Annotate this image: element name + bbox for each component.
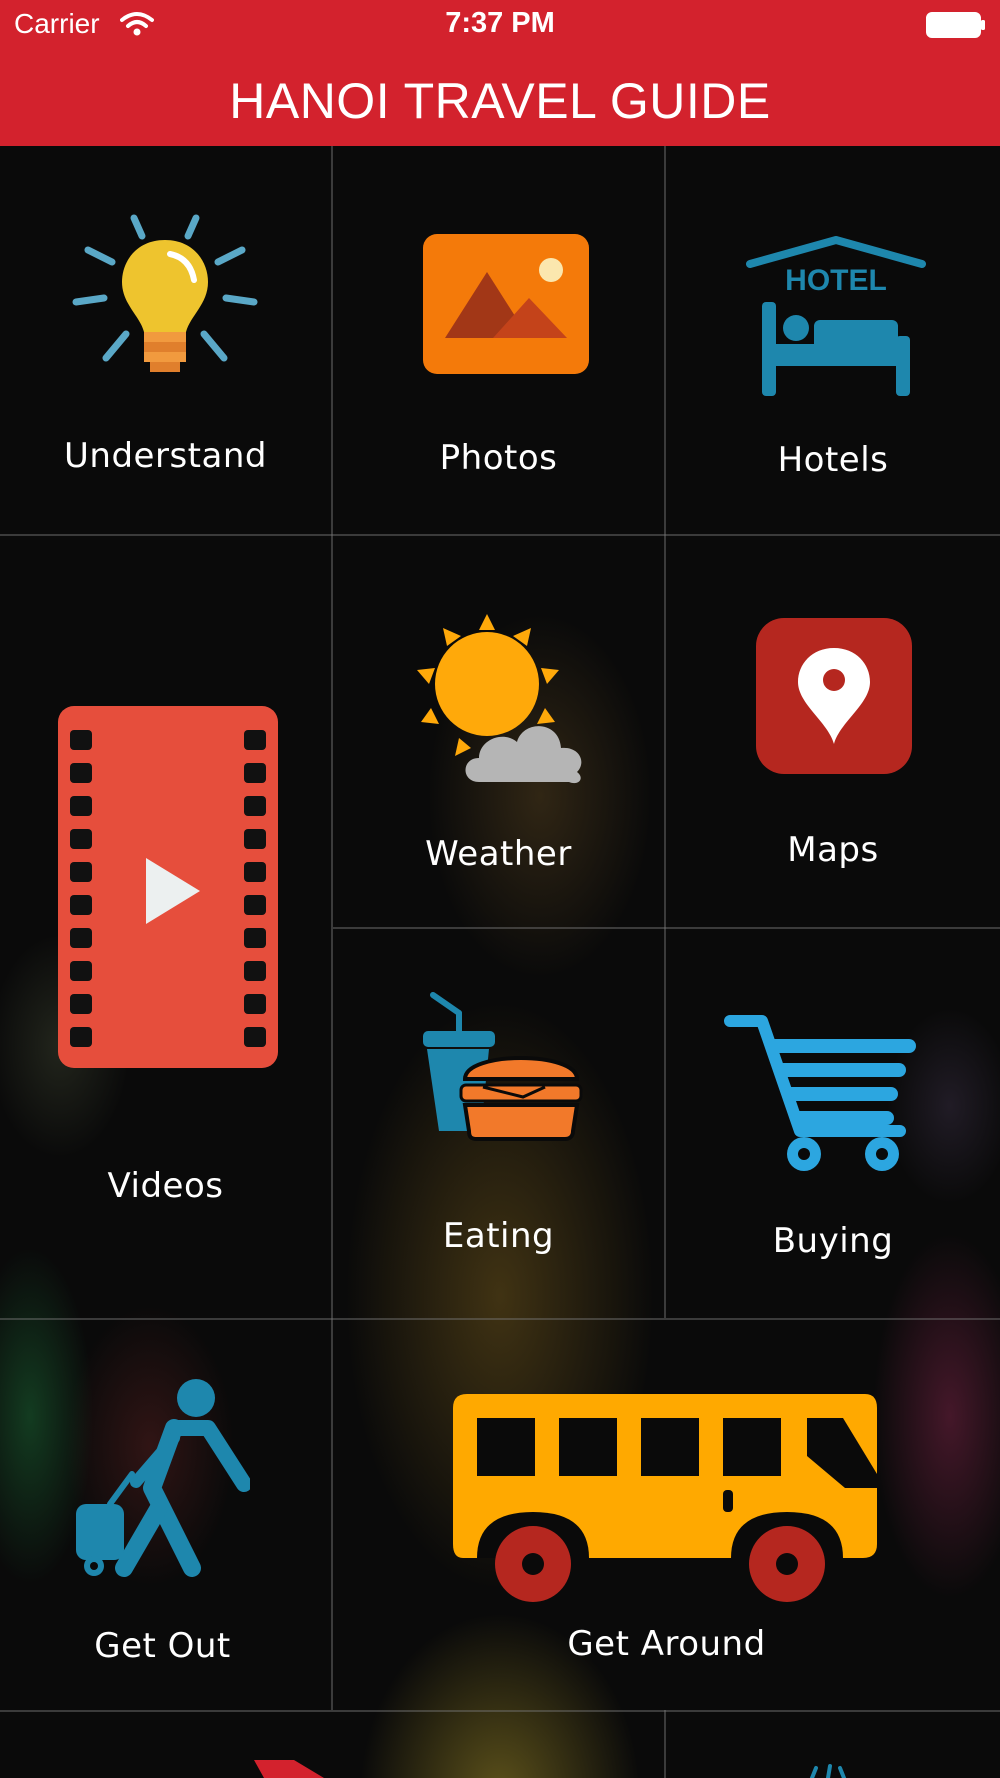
menu-tile-maps[interactable]: Maps — [666, 536, 1000, 927]
get-around-label: Get Around — [567, 1624, 766, 1664]
film-play-icon — [58, 706, 278, 1068]
eating-label: Eating — [442, 1216, 555, 1256]
menu-tile-get-around[interactable]: Get Around — [333, 1320, 1000, 1710]
photos-label: Photos — [439, 438, 558, 478]
battery-icon — [926, 12, 985, 38]
menu-tile-get-out[interactable]: Get Out — [0, 1320, 331, 1710]
menu-tile-buying[interactable]: Buying — [666, 929, 1000, 1318]
shopping-cart-icon — [724, 1015, 916, 1171]
page-title: HANOI TRAVEL GUIDE — [229, 73, 771, 129]
map-pin-icon — [756, 618, 912, 774]
hotels-label: Hotels — [777, 440, 889, 480]
status-bar: Carrier 7:37 PM — [0, 0, 1000, 50]
traveler-icon — [76, 1379, 250, 1577]
menu-tile-eating[interactable]: Eating — [333, 929, 664, 1318]
image-icon — [423, 234, 589, 374]
fast-food-icon — [423, 992, 583, 1141]
sun-cloud-icon — [417, 614, 582, 784]
hotel-sign-text: HOTEL — [785, 264, 887, 297]
videos-label: Videos — [107, 1166, 224, 1206]
menu-tile-weather[interactable]: Weather — [333, 536, 664, 927]
partial-blue-icon — [810, 1764, 846, 1778]
maps-label: Maps — [787, 830, 879, 870]
bus-icon — [453, 1394, 877, 1602]
understand-label: Understand — [64, 436, 267, 476]
partial-red-icon — [254, 1760, 324, 1778]
get-out-label: Get Out — [94, 1626, 231, 1666]
menu-tile-videos[interactable]: Videos — [0, 536, 331, 1318]
weather-label: Weather — [425, 834, 572, 874]
menu-tile-understand[interactable]: Understand — [0, 146, 331, 534]
lightbulb-icon — [72, 214, 258, 372]
clock: 7:37 PM — [445, 7, 555, 39]
menu-tile-partial-left[interactable] — [0, 1712, 664, 1778]
menu-tile-photos[interactable]: Photos — [333, 146, 664, 534]
buying-label: Buying — [772, 1221, 894, 1261]
nav-bar: HANOI TRAVEL GUIDE — [0, 50, 1000, 146]
menu-tile-hotels[interactable]: HOTEL Hotels — [666, 146, 1000, 534]
menu-tile-partial-right[interactable] — [666, 1712, 1000, 1778]
hotel-bed-icon: HOTEL — [746, 236, 926, 396]
